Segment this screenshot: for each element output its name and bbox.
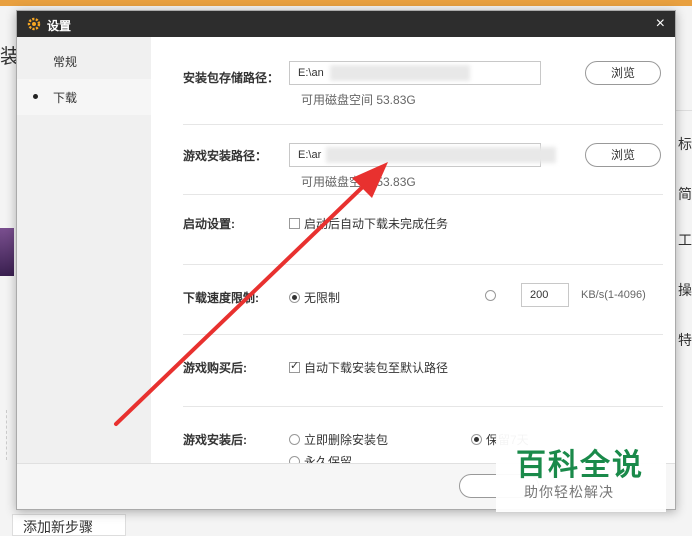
limit-option[interactable]	[485, 289, 500, 303]
add-step-button[interactable]: 添加新步骤	[12, 514, 126, 536]
watermark-subtitle: 助你轻松解决	[524, 485, 614, 501]
auto-install-text: 自动下载安装包至默认路径	[304, 361, 449, 375]
settings-content: 安装包存储路径： E:\an 浏览 可用磁盘空间 53.83G 游戏安装路径： …	[151, 37, 675, 463]
dialog-title: 设置	[47, 19, 72, 33]
auto-download-text: 启动后自动下载未完成任务	[304, 217, 449, 231]
blurred-region	[330, 65, 470, 81]
delete-immediately-radio[interactable]	[289, 434, 300, 445]
limit-radio[interactable]	[485, 290, 496, 301]
speed-unit-label: KB/s(1-4096)	[581, 289, 646, 301]
install-path-label: 游戏安装路径：	[183, 149, 268, 163]
speed-limit-row: 下载速度限制: 无限制 200 KB/s(1-4096)	[183, 265, 663, 335]
active-indicator-icon	[33, 94, 38, 99]
disk-space-info: 可用磁盘空间 53.83G	[301, 93, 416, 107]
auto-download-option[interactable]: 启动后自动下载未完成任务	[289, 215, 448, 232]
storage-path-row: 安装包存储路径： E:\an 浏览 可用磁盘空间 53.83G	[183, 37, 663, 125]
blurred-region	[326, 147, 556, 163]
sidebar-item-download[interactable]: 下载	[17, 79, 151, 115]
background-divider	[6, 410, 16, 460]
delete-immediately-option[interactable]: 立即删除安装包	[289, 431, 388, 448]
watermark-title: 百科全说	[516, 448, 644, 483]
background-menu-char[interactable]: 操	[678, 280, 692, 300]
startup-row: 启动设置: 启动后自动下载未完成任务	[183, 195, 663, 265]
unlimited-option[interactable]: 无限制	[289, 289, 340, 306]
storage-path-value: E:\an	[298, 67, 324, 79]
speed-limit-label: 下载速度限制:	[183, 291, 259, 305]
storage-path-label: 安装包存储路径：	[183, 71, 280, 85]
browse-install-button[interactable]: 浏览	[585, 143, 661, 167]
gear-icon	[27, 17, 41, 31]
background-thumbnail	[0, 228, 14, 276]
keep-forever-option[interactable]: 永久保留	[289, 453, 352, 463]
startup-label: 启动设置:	[183, 217, 235, 231]
install-path-row: 游戏安装路径： E:\ar 浏览 可用磁盘空间 53.83G	[183, 125, 663, 195]
keep-forever-radio[interactable]	[289, 456, 300, 463]
after-install-label: 游戏安装后:	[183, 433, 247, 447]
unlimited-text: 无限制	[304, 291, 341, 305]
storage-path-input[interactable]: E:\an	[289, 61, 541, 85]
sidebar-item-general[interactable]: 常规	[17, 43, 151, 79]
watermark-logo: 百科全说 助你轻松解决	[496, 426, 666, 512]
unlimited-radio[interactable]	[289, 292, 300, 303]
after-purchase-label: 游戏购买后:	[183, 361, 247, 375]
dialog-titlebar[interactable]: 设置 ×	[17, 11, 675, 37]
background-top-bar	[0, 0, 692, 6]
sidebar-item-label: 常规	[53, 54, 78, 69]
auto-download-checkbox[interactable]	[289, 218, 300, 229]
disk-space-info: 可用磁盘空间 53.83G	[301, 175, 416, 189]
close-button[interactable]: ×	[656, 15, 665, 33]
sidebar-item-label: 下载	[53, 90, 78, 105]
background-menu-char[interactable]: 工	[678, 230, 692, 250]
keep-7-days-radio[interactable]	[471, 434, 482, 445]
auto-install-option[interactable]: 自动下载安装包至默认路径	[289, 359, 448, 376]
delete-immediately-text: 立即删除安装包	[304, 433, 389, 447]
install-path-input[interactable]: E:\ar	[289, 143, 556, 167]
after-purchase-row: 游戏购买后: 自动下载安装包至默认路径	[183, 335, 663, 407]
speed-limit-input[interactable]: 200	[521, 283, 569, 307]
browse-storage-button[interactable]: 浏览	[585, 61, 661, 85]
keep-forever-text: 永久保留	[304, 455, 353, 463]
auto-install-checkbox[interactable]	[289, 359, 300, 373]
background-menu-char[interactable]: 特	[678, 330, 692, 350]
settings-sidebar: 常规 下载	[17, 37, 151, 463]
background-menu-char[interactable]: 简	[678, 184, 692, 204]
background-menu-char[interactable]: 标	[678, 134, 692, 154]
install-path-value: E:\ar	[298, 149, 322, 161]
